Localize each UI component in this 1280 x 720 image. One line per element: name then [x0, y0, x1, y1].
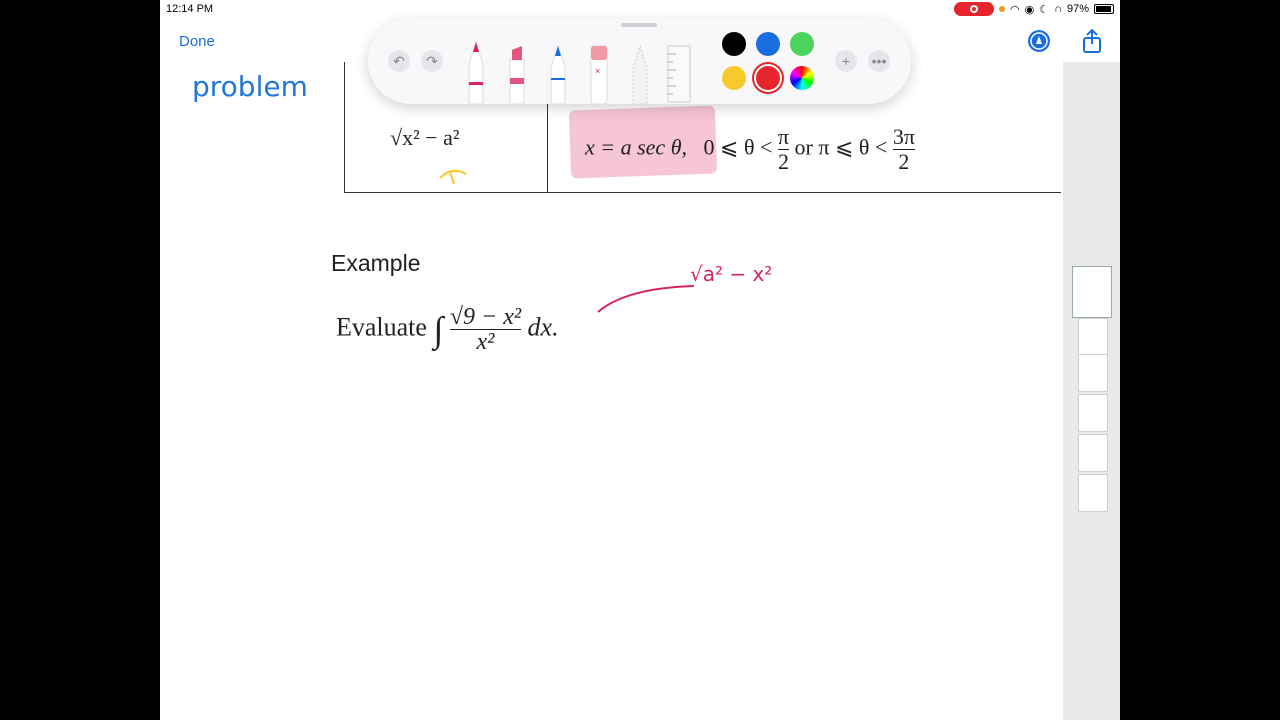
- lasso-tool[interactable]: [627, 38, 653, 104]
- pencil-tool[interactable]: [545, 38, 571, 104]
- page-thumbnail[interactable]: [1078, 394, 1108, 432]
- handwritten-problem: problem: [192, 70, 308, 103]
- status-bar: 12:14 PM ◠ ◉ ☾ ∩ 97%: [160, 0, 1120, 18]
- screen-recording-icon: [953, 2, 994, 16]
- yellow-color-swatch[interactable]: [722, 66, 746, 90]
- eraser-tool[interactable]: ×: [586, 38, 612, 104]
- redo-icon[interactable]: ↷: [421, 50, 443, 72]
- mic-indicator-icon: [998, 6, 1005, 12]
- page-thumbnail[interactable]: [1078, 318, 1108, 356]
- pen-tool[interactable]: [463, 38, 489, 104]
- moon-icon: ☾: [1039, 3, 1050, 16]
- status-time: 12:14 PM: [166, 3, 214, 15]
- handwritten-connector: [597, 285, 695, 313]
- table-substitution: x = a sec θ, 0 ⩽ θ < π2 or π ⩽ θ < 3π 2: [585, 124, 915, 174]
- battery-percent: 97%: [1066, 3, 1089, 15]
- ruler-tool[interactable]: [666, 44, 692, 104]
- location-icon: ◉: [1024, 3, 1035, 16]
- done-button[interactable]: Done: [179, 33, 215, 50]
- page-thumbnail[interactable]: [1072, 266, 1112, 318]
- add-icon[interactable]: +: [835, 50, 857, 72]
- share-icon[interactable]: [1080, 28, 1104, 54]
- example-heading: Example: [331, 250, 421, 276]
- color-picker-icon[interactable]: [790, 66, 814, 90]
- battery-icon: [1094, 4, 1114, 14]
- marker-tool[interactable]: [504, 38, 530, 104]
- handwritten-arrow: [439, 169, 467, 185]
- headphones-icon: ∩: [1054, 3, 1062, 15]
- undo-icon[interactable]: ↶: [388, 50, 410, 72]
- green-color-swatch[interactable]: [790, 32, 814, 56]
- more-icon[interactable]: •••: [868, 50, 890, 72]
- table-expression: √x² − a²: [390, 125, 460, 150]
- page-thumbnail[interactable]: [1078, 474, 1108, 512]
- markup-toolbar: ↶ ↷ × + •••: [368, 18, 911, 104]
- black-color-swatch[interactable]: [722, 32, 746, 56]
- integral-expression: Evaluate ∫ √9 − x² x² dx.: [336, 304, 559, 355]
- wifi-icon: ◠: [1009, 3, 1020, 16]
- page-thumbnail[interactable]: [1078, 354, 1108, 392]
- red-color-swatch[interactable]: [756, 66, 780, 90]
- blue-color-swatch[interactable]: [756, 32, 780, 56]
- page-thumbnail[interactable]: [1078, 434, 1108, 472]
- screen: 12:14 PM ◠ ◉ ☾ ∩ 97% Done √x² − a² x = a…: [160, 0, 1120, 720]
- svg-text:×: ×: [595, 66, 600, 76]
- markup-pen-icon[interactable]: [1028, 30, 1050, 52]
